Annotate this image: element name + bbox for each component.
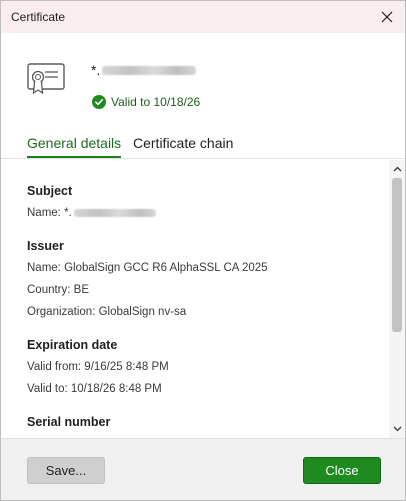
scroll-down-button[interactable] xyxy=(389,422,405,436)
issuer-name: Name: GlobalSign GCC R6 AlphaSSL CA 2025 xyxy=(27,262,268,274)
subject-name: Name: *. xyxy=(27,207,156,219)
issuer-country: Country: BE xyxy=(27,284,89,296)
redacted-domain xyxy=(102,65,197,75)
valid-from: Valid from: 9/16/25 8:48 PM xyxy=(27,361,169,373)
validity-status: Valid to 10/18/26 xyxy=(92,95,200,109)
close-icon xyxy=(381,11,393,23)
scrollbar-thumb[interactable] xyxy=(392,178,402,332)
selected-tab-indicator xyxy=(27,156,122,158)
certificate-domain: *. xyxy=(91,62,197,78)
tab-general-details[interactable]: General details xyxy=(27,135,122,158)
tab-general-details-label: General details xyxy=(27,135,122,151)
close-button[interactable]: Close xyxy=(303,457,381,484)
tab-certificate-chain[interactable]: Certificate chain xyxy=(133,135,233,151)
vertical-scrollbar[interactable] xyxy=(389,160,405,438)
certificate-header: *. Valid to 10/18/26 xyxy=(1,33,405,129)
save-button[interactable]: Save... xyxy=(27,457,105,484)
issuer-organization: Organization: GlobalSign nv-sa xyxy=(27,306,187,318)
expiration-heading: Expiration date xyxy=(27,338,118,352)
tab-certificate-chain-label: Certificate chain xyxy=(133,135,234,151)
serial-number-heading: Serial number xyxy=(27,415,111,429)
certificate-icon xyxy=(27,63,67,97)
chevron-up-icon xyxy=(393,166,401,172)
dialog-footer: Save... Close xyxy=(1,438,405,500)
subject-name-label: Name: *. xyxy=(27,207,72,219)
tab-bar: General details Certificate chain xyxy=(1,129,405,159)
validity-text: Valid to 10/18/26 xyxy=(111,95,201,109)
redacted-subject-name xyxy=(73,209,156,217)
certificate-dialog: Certificate *. Valid to 10/18/26 General… xyxy=(0,0,406,501)
subject-heading: Subject xyxy=(27,184,73,198)
issuer-heading: Issuer xyxy=(27,239,64,253)
window-title: Certificate xyxy=(11,10,66,24)
title-bar: Certificate xyxy=(1,1,405,33)
close-window-button[interactable] xyxy=(377,7,397,27)
domain-prefix: *. xyxy=(91,62,101,78)
scroll-up-button[interactable] xyxy=(389,162,405,176)
valid-to: Valid to: 10/18/26 8:48 PM xyxy=(27,383,162,395)
check-circle-icon xyxy=(92,95,106,109)
details-panel: Subject Name: *. Issuer Name: GlobalSign… xyxy=(1,160,389,438)
chevron-down-icon xyxy=(393,426,401,432)
